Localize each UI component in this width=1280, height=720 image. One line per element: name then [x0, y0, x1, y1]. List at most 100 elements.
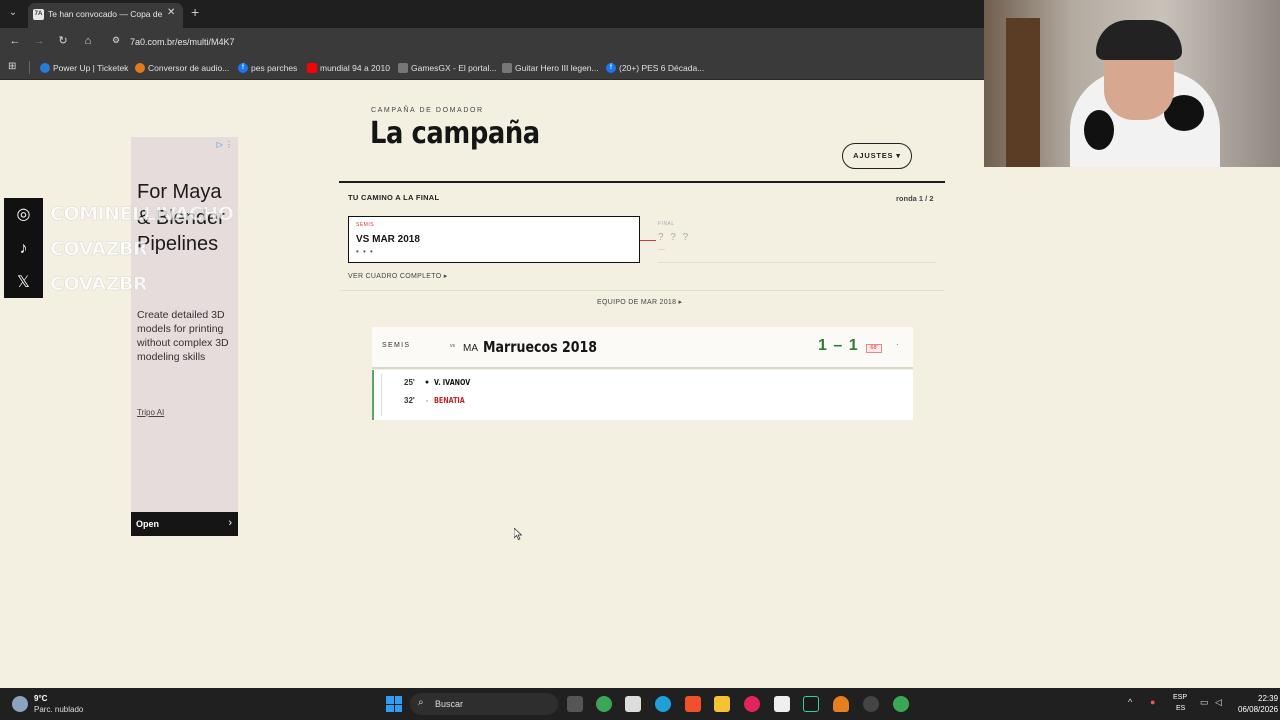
sidebar-ad[interactable]: ▷ ⋮ For Maya & Blender Pipelines Create … — [131, 137, 238, 536]
browser-toolbar: ← → ↻ ⌂ ⚙ 7a0.com.br/es/multi/M4K7 — [0, 28, 984, 55]
ad-description: Create detailed 3D models for printing w… — [137, 309, 229, 363]
section-divider — [339, 181, 945, 183]
bookmarks-bar: ⊞ Power Up | Ticketek Conversor de audio… — [0, 55, 984, 80]
semis-opponent: VS MAR 2018 — [356, 234, 420, 245]
tiktok-icon: ♪ — [19, 240, 28, 257]
match-score: 1 – 1 — [818, 337, 859, 354]
ad-choices-icon[interactable]: ▷ ⋮ — [217, 140, 233, 149]
final-divider — [658, 262, 936, 263]
windows-taskbar: 9°C Parc. nublado ⌕ Buscar ^ ● ESP ES ▭ … — [0, 688, 1280, 720]
settings-button[interactable]: AJUSTES ▾ — [842, 143, 912, 169]
file-explorer-icon[interactable] — [714, 696, 730, 712]
keyboard-language[interactable]: ESP — [1173, 694, 1187, 701]
event-minute: 25' — [404, 377, 415, 387]
store-icon[interactable] — [625, 696, 641, 712]
media-player-icon[interactable] — [744, 696, 760, 712]
back-arrow-icon[interactable]: ← — [7, 33, 23, 49]
forward-arrow-icon[interactable]: → — [31, 33, 47, 49]
url-text[interactable]: 7a0.com.br/es/multi/M4K7 — [130, 37, 235, 47]
ad-open-label: Open — [136, 519, 160, 529]
reload-icon[interactable]: ↻ — [55, 33, 71, 49]
ad-open-button[interactable]: Open › — [131, 512, 238, 536]
chrome-icon[interactable] — [596, 696, 612, 712]
webcam-overlay — [984, 0, 1280, 167]
network-icon[interactable]: ▭ — [1200, 697, 1209, 708]
cloud-app-icon[interactable] — [833, 696, 849, 712]
bookmark-item[interactable]: f pes parches — [238, 60, 297, 75]
home-icon[interactable]: ⌂ — [80, 33, 96, 49]
webcam-hoodie-pattern — [1084, 110, 1114, 150]
microphone-icon[interactable]: ● — [1150, 697, 1155, 707]
chrome-active-icon[interactable] — [893, 696, 909, 712]
tab-close-icon[interactable]: ✕ — [167, 7, 175, 18]
bookmark-item[interactable]: Conversor de audio... — [135, 60, 229, 75]
search-icon: ⌕ — [418, 697, 424, 708]
weather-temperature[interactable]: 9°C — [34, 694, 47, 703]
windows-start-icon[interactable] — [386, 696, 402, 712]
events-timeline-line — [381, 374, 382, 416]
bookmark-item[interactable]: Power Up | Ticketek — [40, 60, 128, 75]
edge-icon[interactable] — [655, 696, 671, 712]
path-heading: TU CAMINO A LA FINAL — [348, 193, 440, 202]
semis-stage-card[interactable]: SEMIS VS MAR 2018 • • • — [348, 216, 640, 263]
bookmark-label: GamesGX - El portal... — [411, 62, 497, 73]
social-handle-instagram: COMINELLIVACHO — [50, 203, 234, 226]
bracket-connector — [640, 240, 656, 241]
semis-stage-tag: SEMIS — [356, 222, 375, 228]
new-tab-plus-icon[interactable]: + — [191, 4, 199, 20]
taskbar-search[interactable]: ⌕ Buscar — [410, 693, 558, 715]
site-info-icon[interactable]: ⚙ — [112, 35, 120, 46]
match-round: SEMIS — [382, 342, 411, 349]
bookmark-label: mundial 94 a 2010 — [320, 62, 390, 73]
final-stage-tag: FINAL — [658, 221, 675, 227]
social-icons-panel: ◎ ♪ 𝕏 — [4, 198, 43, 298]
round-indicator: ronda 1 / 2 — [896, 194, 934, 203]
address-bar[interactable]: ⚙ 7a0.com.br/es/multi/M4K7 — [106, 31, 984, 53]
bookmark-label: Conversor de audio... — [148, 62, 230, 73]
document-icon[interactable] — [774, 696, 790, 712]
obs-icon[interactable] — [863, 696, 879, 712]
browser-tab[interactable]: 7A Te han convocado — Copa de ✕ — [28, 3, 183, 28]
ad-brand-link[interactable]: Tripo AI — [137, 408, 164, 417]
gamesgx-icon — [398, 62, 408, 73]
facebook-icon: f — [606, 62, 616, 73]
task-view-icon[interactable] — [567, 696, 583, 712]
event-player: BENATIA — [434, 395, 465, 405]
clock-time[interactable]: 22:39 — [1258, 694, 1278, 703]
view-bracket-link[interactable]: VER CUADRO COMPLETO ▸ — [348, 272, 448, 280]
clock-date[interactable]: 06/08/2026 — [1238, 705, 1278, 714]
weather-description[interactable]: Parc. nublado — [34, 705, 83, 714]
volume-icon[interactable]: ◁ — [1215, 697, 1222, 708]
match-more-icon[interactable]: · — [896, 340, 899, 349]
weather-cloud-icon[interactable] — [12, 696, 28, 712]
match-vs: vs — [450, 343, 455, 349]
bookmark-item[interactable]: Guitar Hero III legen... — [502, 60, 599, 75]
stream-app-icon[interactable] — [803, 696, 819, 712]
goal-icon: ● — [424, 378, 430, 386]
bookmark-item[interactable]: GamesGX - El portal... — [398, 60, 497, 75]
match-minute-badge: 68' — [866, 344, 882, 353]
apps-grid-icon[interactable]: ⊞ — [8, 61, 16, 72]
webcam-person-headphones — [1096, 20, 1182, 60]
opponent-team-link[interactable]: EQUIPO DE MAR 2018 ▸ — [597, 298, 682, 306]
brave-icon[interactable] — [685, 696, 701, 712]
bookmark-item[interactable]: mundial 94 a 2010 — [307, 60, 390, 75]
instagram-icon: ◎ — [16, 206, 31, 223]
chevron-right-icon: › — [228, 517, 232, 529]
match-card[interactable]: SEMIS vs MA Marruecos 2018 1 – 1 68' · — [372, 327, 913, 369]
tab-search-icon[interactable]: ⌄ — [6, 6, 20, 20]
tray-chevron-up-icon[interactable]: ^ — [1128, 697, 1132, 707]
match-events: 25' ● V. IVANOV 32' ● BENATIA — [372, 370, 913, 420]
section-thin-divider — [340, 290, 944, 291]
bookmarks-separator — [29, 61, 30, 74]
final-opponent-unknown: ? ? ? — [658, 232, 691, 243]
social-handle-tiktok: COVAZBR — [50, 238, 148, 261]
facebook-icon: f — [238, 62, 248, 73]
event-minute: 32' — [404, 395, 415, 405]
keyboard-layout[interactable]: ES — [1176, 705, 1185, 712]
bookmark-item[interactable]: f (20+) PES 6 Década... — [606, 60, 704, 75]
browser-tab-bar: ⌄ 7A Te han convocado — Copa de ✕ + — [0, 0, 984, 28]
bookmark-label: (20+) PES 6 Década... — [619, 62, 705, 73]
guitarhero-icon — [502, 62, 512, 73]
tab-favicon-icon: 7A — [33, 9, 44, 20]
